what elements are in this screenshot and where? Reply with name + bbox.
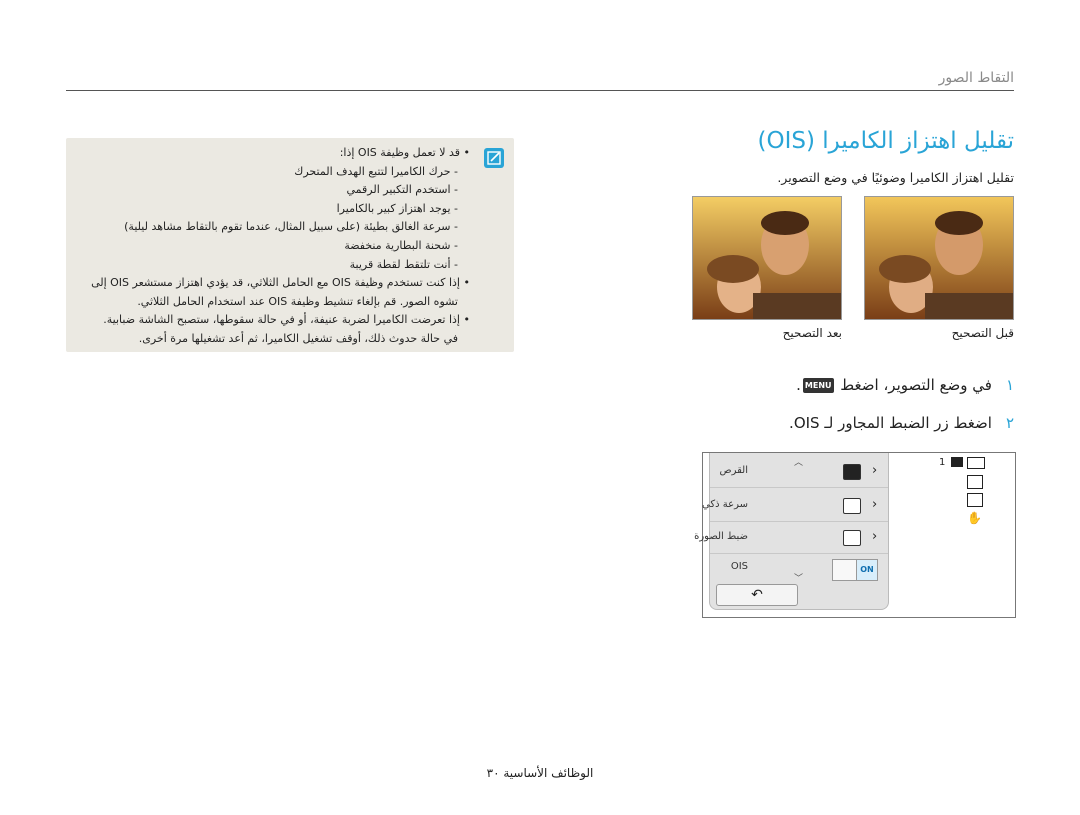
battery-rect-icon [843, 464, 861, 480]
battery-icon [967, 457, 985, 469]
menu-item-label: سرعة ذكي [702, 499, 748, 510]
smart-scene-icon [843, 498, 861, 514]
step-number: ٢ [1005, 414, 1014, 432]
menu-item-label: ضبط الصورة [694, 531, 748, 542]
quality-icon [967, 493, 983, 507]
menu-item[interactable]: › ضبط الصورة [694, 523, 888, 554]
menu-item-label: OIS [730, 561, 748, 572]
page-footer: الوظائف الأساسية ٣٠ [486, 766, 594, 780]
step-text: في وضع التصوير، اضغط [835, 376, 992, 394]
image-adjust-icon [843, 530, 861, 546]
note-continuation: تشوه الصور. قم بإلغاء تنشيط وظيفة OIS عن… [137, 294, 458, 308]
note-subitem: - يوجد اهتزاز كبير بالكاميرا [336, 201, 458, 215]
chevron-right-icon: › [872, 529, 878, 544]
scroll-down-icon[interactable]: ﹀ [794, 571, 803, 584]
caption-after: بعد التصحيح [782, 326, 842, 340]
caption-before: قبل التصحيح [951, 326, 1014, 340]
photo-after [692, 196, 842, 320]
note-bullet: • إذا كنت تستخدم وظيفة OIS مع الحامل الث… [91, 276, 470, 290]
note-subitem: - استخدم التكبير الرقمي [346, 183, 458, 197]
note-subitem: - شحنة البطارية منخفضة [344, 238, 458, 252]
camera-menu-panel: ︿ › القرص › سرعة ذكي › ضبط الصورة OIS ON… [694, 453, 889, 610]
note-bullet: • إذا تعرضت الكاميرا لضربة عنيفة، أو في … [103, 313, 470, 327]
camera-screen: ︿ › القرص › سرعة ذكي › ضبط الصورة OIS ON… [694, 452, 1016, 618]
note-subitem: - حرك الكاميرا لتتبع الهدف المتحرك [294, 164, 458, 178]
note-list: • قد لا تعمل وظيفة OIS إذا: - حرك الكامي… [74, 144, 470, 349]
step-1: ١ في وضع التصوير، اضغط MENU. [796, 376, 1014, 394]
image-size-icon [967, 475, 983, 489]
section-title: تقليل اهتزاز الكاميرا (OIS) [757, 128, 1015, 154]
ois-toggle[interactable]: ON [832, 559, 878, 581]
chevron-right-icon: › [872, 497, 878, 512]
note-bullet: • قد لا تعمل وظيفة OIS إذا: [339, 146, 470, 159]
back-button[interactable]: ↶ [716, 584, 798, 606]
note-subitem: - سرعة الغالق بطيئة (على سبيل المثال، عن… [124, 220, 458, 234]
chevron-right-icon: › [872, 463, 878, 478]
step-text: اضغط زر الضبط المجاور لـ OIS. [789, 414, 992, 432]
memory-icon [951, 457, 963, 467]
menu-button-icon: MENU [802, 378, 834, 393]
step-text-end: . [796, 376, 801, 394]
step-2: ٢ اضغط زر الضبط المجاور لـ OIS. [789, 414, 1014, 432]
note-subitem: - أنت تلتقط لقطة قريبة [349, 257, 458, 271]
intro-text: تقليل اهتزاز الكاميرا وضوئيًا في وضع الت… [777, 170, 1014, 185]
photo-before [864, 196, 1014, 320]
menu-item[interactable]: › القرص [710, 457, 888, 488]
note-continuation: في حالة حدوث ذلك، أوقف تشغيل الكاميرا، ث… [138, 331, 458, 345]
menu-item-label: القرص [719, 465, 749, 476]
note-pencil-icon [484, 148, 504, 168]
header-divider [66, 90, 1014, 91]
menu-item[interactable]: › سرعة ذكي [702, 491, 888, 522]
step-number: ١ [1005, 376, 1014, 394]
page-header-title: التقاط الصور [938, 70, 1014, 86]
shot-count: 1 [939, 457, 946, 468]
ois-hand-icon: ✋ [967, 511, 982, 525]
note-box: • قد لا تعمل وظيفة OIS إذا: - حرك الكامي… [66, 138, 514, 352]
toggle-on-label: ON [856, 560, 877, 580]
